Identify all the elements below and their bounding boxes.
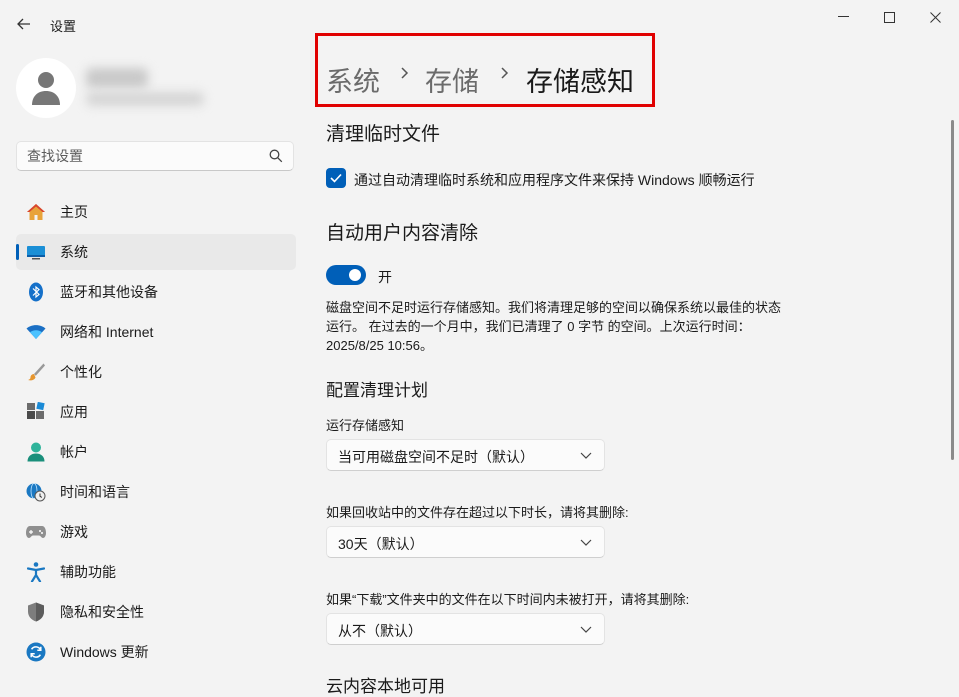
dropdown-value: 从不（默认）	[338, 623, 422, 639]
dropdown-value: 当可用磁盘空间不足时（默认）	[338, 449, 534, 465]
sidebar-item-label: 蓝牙和其他设备	[60, 284, 158, 300]
sidebar-item-label: 系统	[60, 244, 88, 260]
chevron-right-icon	[401, 67, 409, 79]
downloads-dropdown[interactable]: 从不（默认）	[326, 613, 605, 645]
arrow-left-icon	[17, 18, 30, 30]
gamepad-icon	[26, 522, 46, 542]
user-email-redacted	[86, 92, 204, 106]
close-button[interactable]	[912, 2, 958, 32]
breadcrumb: 系统 存储 存储感知	[315, 33, 655, 107]
toggle-knob	[349, 269, 361, 281]
chevron-right-icon	[501, 67, 509, 79]
dropdown-value: 30天（默认）	[338, 536, 424, 552]
page-title: 存储感知	[526, 67, 634, 97]
section-heading-schedule: 配置清理计划	[326, 381, 428, 400]
search-box[interactable]	[16, 141, 294, 171]
person-avatar-icon	[32, 72, 60, 105]
recycle-bin-dropdown[interactable]: 30天（默认）	[326, 526, 605, 558]
toggle-state-label: 开	[378, 269, 392, 285]
close-icon	[929, 11, 941, 23]
globe-clock-icon	[26, 482, 46, 502]
sidebar-item-windows-update[interactable]: Windows 更新	[16, 634, 296, 670]
avatar	[16, 58, 76, 118]
sidebar-item-label: 个性化	[60, 364, 102, 380]
section-heading-temp-files: 清理临时文件	[326, 124, 441, 145]
bluetooth-icon	[26, 282, 46, 302]
section-heading-auto-cleanup: 自动用户内容清除	[326, 223, 479, 244]
minimize-icon	[837, 16, 849, 17]
sidebar-item-system[interactable]: 系统	[16, 234, 296, 270]
brush-icon	[26, 362, 46, 382]
sidebar-item-time-language[interactable]: 时间和语言	[16, 474, 296, 510]
sidebar-item-bluetooth[interactable]: 蓝牙和其他设备	[16, 274, 296, 310]
sidebar-item-label: 应用	[60, 404, 88, 420]
apps-icon	[26, 402, 46, 422]
breadcrumb-item-storage[interactable]: 存储	[425, 60, 479, 99]
sidebar-item-label: 帐户	[60, 444, 88, 460]
temp-files-checkbox[interactable]	[326, 168, 346, 188]
update-icon	[26, 642, 46, 662]
chevron-down-icon	[580, 452, 592, 459]
breadcrumb-item-system[interactable]: 系统	[326, 60, 380, 99]
sidebar-item-label: 主页	[60, 204, 88, 220]
chevron-down-icon	[580, 626, 592, 633]
recycle-bin-label: 如果回收站中的文件存在超过以下时长，请将其删除:	[326, 505, 629, 520]
auto-cleanup-toggle[interactable]	[326, 265, 366, 285]
back-button[interactable]	[10, 12, 38, 36]
checkmark-icon	[330, 173, 342, 183]
home-icon	[26, 202, 46, 222]
run-storage-sense-label: 运行存储感知	[326, 418, 405, 433]
auto-cleanup-description: 磁盘空间不足时运行存储感知。我们将清理足够的空间以确保系统以最佳的状态运行。 在…	[326, 300, 782, 353]
sidebar-item-accounts[interactable]: 帐户	[16, 434, 296, 470]
app-title: 设置	[50, 19, 77, 34]
sidebar-item-label: 隐私和安全性	[60, 604, 144, 620]
sidebar-nav: 主页 系统 蓝牙和其他设备 网络和 Internet 个性化 应用 帐户 时间和…	[16, 194, 296, 674]
accessibility-icon	[26, 562, 46, 582]
sidebar-item-label: Windows 更新	[60, 644, 149, 660]
sidebar-item-label: 游戏	[60, 524, 88, 540]
user-name-redacted	[86, 68, 148, 88]
minimize-button[interactable]	[820, 2, 866, 32]
person-icon	[26, 442, 46, 462]
maximize-icon	[883, 11, 895, 23]
sidebar-item-privacy[interactable]: 隐私和安全性	[16, 594, 296, 630]
run-storage-sense-dropdown[interactable]: 当可用磁盘空间不足时（默认）	[326, 439, 605, 471]
display-icon	[26, 242, 46, 262]
downloads-label: 如果“下载”文件夹中的文件在以下时间内未被打开，请将其删除:	[326, 592, 690, 607]
search-icon[interactable]	[269, 149, 283, 163]
search-input[interactable]	[17, 142, 277, 170]
sidebar-item-label: 网络和 Internet	[60, 324, 154, 340]
sidebar-item-label: 时间和语言	[60, 484, 130, 500]
sidebar-item-apps[interactable]: 应用	[16, 394, 296, 430]
chevron-down-icon	[580, 539, 592, 546]
section-heading-cloud-content: 云内容本地可用	[326, 677, 445, 696]
sidebar-item-accessibility[interactable]: 辅助功能	[16, 554, 296, 590]
sidebar-item-home[interactable]: 主页	[16, 194, 296, 230]
maximize-button[interactable]	[866, 2, 912, 32]
sidebar-item-personalization[interactable]: 个性化	[16, 354, 296, 390]
temp-files-checkbox-label: 通过自动清理临时系统和应用程序文件来保持 Windows 顺畅运行	[354, 172, 755, 188]
wifi-icon	[26, 322, 46, 342]
sidebar-item-network[interactable]: 网络和 Internet	[16, 314, 296, 350]
sidebar-item-gaming[interactable]: 游戏	[16, 514, 296, 550]
sidebar-item-label: 辅助功能	[60, 564, 116, 580]
shield-icon	[26, 602, 46, 622]
scrollbar[interactable]	[951, 120, 954, 460]
